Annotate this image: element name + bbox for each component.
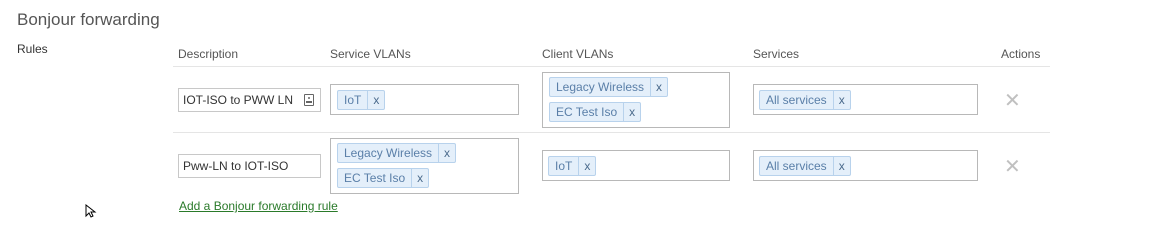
tag-all-services: All services x [759,90,851,110]
delete-rule-button[interactable]: ✕ [1004,90,1021,110]
description-input[interactable]: IOT-ISO to PWW LN [178,88,321,112]
description-value: IOT-ISO to PWW LN [183,93,294,107]
tag-all-services: All services x [759,156,851,176]
remove-tag-button[interactable]: x [832,91,850,109]
remove-tag-button[interactable]: x [411,169,428,187]
client-vlans-field[interactable]: Legacy Wireless x EC Test Iso x [542,72,730,128]
tag-ec-test-iso: EC Test Iso x [337,168,430,188]
header-client-vlans: Client VLANs [542,47,614,61]
rules-label: Rules [17,42,48,56]
remove-tag-button[interactable]: x [832,157,850,175]
remove-tag-button[interactable]: x [578,157,595,175]
tag-legacy-wireless: Legacy Wireless x [337,143,457,163]
row-divider [173,132,1050,133]
header-description: Description [178,47,239,61]
mouse-cursor-icon [85,204,97,218]
remove-tag-button[interactable]: x [367,91,384,109]
header-service-vlans: Service VLANs [330,47,411,61]
services-field[interactable]: All services x [753,84,978,115]
service-vlans-field[interactable]: Legacy Wireless x EC Test Iso x [330,138,519,194]
contact-card-icon[interactable] [304,94,314,106]
description-value: Pww-LN to IOT-ISO [183,159,289,173]
add-bonjour-rule-link[interactable]: Add a Bonjour forwarding rule [179,199,338,213]
bonjour-forwarding-title: Bonjour forwarding [17,10,160,29]
remove-tag-button[interactable]: x [623,103,640,121]
remove-tag-button[interactable]: x [650,78,667,96]
description-input[interactable]: Pww-LN to IOT-ISO [178,154,321,178]
tag-legacy-wireless: Legacy Wireless x [549,77,669,97]
tag-ec-test-iso: EC Test Iso x [549,102,642,122]
client-vlans-field[interactable]: IoT x [542,150,730,181]
services-field[interactable]: All services x [753,150,978,181]
tag-iot: IoT x [337,90,386,110]
service-vlans-field[interactable]: IoT x [330,84,519,115]
header-divider [173,66,1050,67]
tag-iot: IoT x [548,156,597,176]
header-actions: Actions [1001,47,1041,61]
delete-rule-button[interactable]: ✕ [1004,156,1021,176]
remove-tag-button[interactable]: x [438,144,455,162]
header-services: Services [753,47,800,61]
